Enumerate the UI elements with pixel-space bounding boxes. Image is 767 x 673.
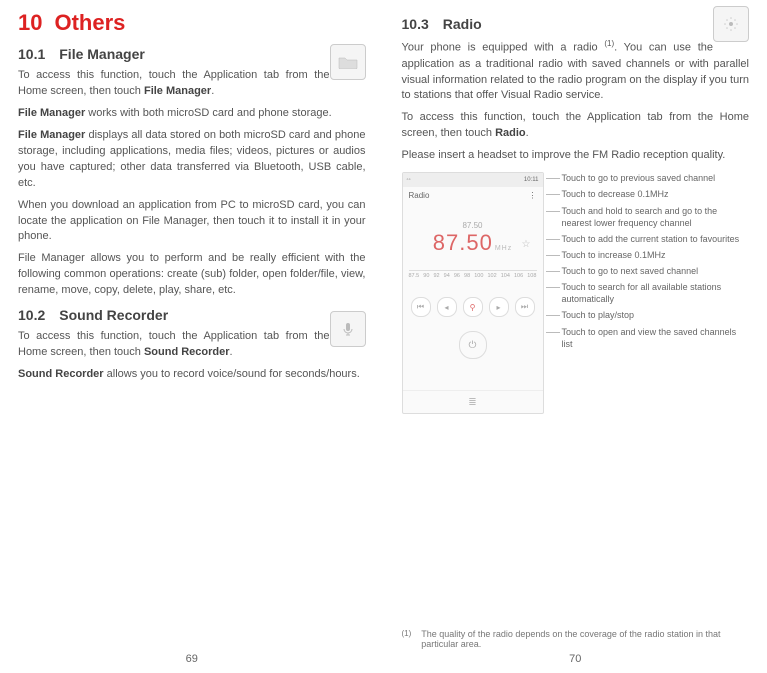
body-text: File Manager allows you to perform and b… [18, 251, 366, 299]
footnote-marker: (1) [402, 629, 412, 649]
body-text: Your phone is equipped with a radio (1).… [402, 38, 750, 104]
play-stop-icon: ⏻ [459, 331, 487, 359]
body-text: File Manager works with both microSD car… [18, 106, 366, 122]
frequency-small: 87.50 [403, 221, 543, 230]
callout-favourite: Touch to add the current station to favo… [562, 233, 750, 245]
page-number: 69 [0, 653, 384, 665]
callout-increase: Touch to increase 0.1MHz [562, 249, 750, 261]
sound-recorder-icon [330, 311, 366, 347]
manual-spread: 10 Others 10.1 File Manager To access this… [0, 0, 767, 673]
callout-prev-channel: Touch to go to previous saved channel [562, 172, 750, 184]
play-row: ⏻ [403, 331, 543, 359]
section-title: File Manager [59, 46, 145, 62]
statusbar-left-icons: ◦◦ [407, 177, 411, 183]
section-number: 10.1 [18, 46, 45, 62]
phone-screenshot: ◦◦ 10:11 Radio ⋮ 87.50 87.50MHz ☆ 87.5 9… [402, 172, 544, 414]
chapter-heading: 10 Others [18, 10, 366, 36]
phone-titlebar: Radio ⋮ [403, 187, 543, 203]
radio-figure: ◦◦ 10:11 Radio ⋮ 87.50 87.50MHz ☆ 87.5 9… [402, 172, 750, 414]
body-text: File Manager displays all data stored on… [18, 128, 366, 192]
phone-title: Radio [409, 191, 430, 200]
search-icon: ⚲ [463, 297, 483, 317]
overflow-icon: ⋮ [529, 191, 537, 200]
page-left: 10 Others 10.1 File Manager To access this… [0, 0, 384, 673]
channels-list-icon: ≣ [403, 390, 543, 413]
section-radio: 10.3 Radio [402, 16, 750, 32]
callout-next-channel: Touch to go to next saved channel [562, 265, 750, 277]
callout-channel-list: Touch to open and view the saved channel… [562, 326, 750, 350]
body-text: To access this function, touch the Appli… [18, 329, 366, 361]
phone-statusbar: ◦◦ 10:11 [403, 173, 543, 187]
file-manager-icon [330, 44, 366, 80]
section-sound-recorder: 10.2 Sound Recorder [18, 307, 366, 323]
callout-play-stop: Touch to play/stop [562, 309, 750, 321]
section-number: 10.2 [18, 307, 45, 323]
footnote-text: The quality of the radio depends on the … [421, 629, 749, 649]
statusbar-time: 10:11 [524, 177, 539, 183]
footnote: (1) The quality of the radio depends on … [402, 629, 750, 649]
favourite-star-icon: ☆ [522, 239, 531, 250]
callouts: Touch to go to previous saved channel To… [544, 172, 750, 414]
section-number: 10.3 [402, 16, 429, 32]
callout-decrease: Touch to decrease 0.1MHz [562, 188, 750, 200]
radio-controls: ⏮ ◂ ⚲ ▸ ⏭ [411, 297, 535, 317]
next-channel-icon: ⏭ [515, 297, 535, 317]
decrease-freq-icon: ◂ [437, 297, 457, 317]
body-text: To access this function, touch the Appli… [402, 110, 750, 142]
body-text: To access this function, touch the Appli… [18, 68, 366, 100]
chapter-title: Others [54, 10, 125, 35]
callout-search: Touch to search for all available statio… [562, 281, 750, 305]
section-file-manager: 10.1 File Manager [18, 46, 366, 62]
body-text: Please insert a headset to improve the F… [402, 148, 750, 164]
section-title: Sound Recorder [59, 307, 168, 323]
radio-icon [713, 6, 749, 42]
increase-freq-icon: ▸ [489, 297, 509, 317]
page-right: 10.3 Radio Your phone is equipped with a … [384, 0, 767, 673]
prev-channel-icon: ⏮ [411, 297, 431, 317]
frequency-dial: 87.5 90 92 94 96 98 100 102 104 106 108 [409, 270, 537, 287]
chapter-number: 10 [18, 10, 42, 35]
section-title: Radio [443, 16, 482, 32]
page-number: 70 [384, 653, 767, 665]
callout-hold-lower: Touch and hold to search and go to the n… [562, 205, 750, 229]
body-text: When you download an application from PC… [18, 198, 366, 246]
body-text: Sound Recorder allows you to record voic… [18, 367, 366, 383]
